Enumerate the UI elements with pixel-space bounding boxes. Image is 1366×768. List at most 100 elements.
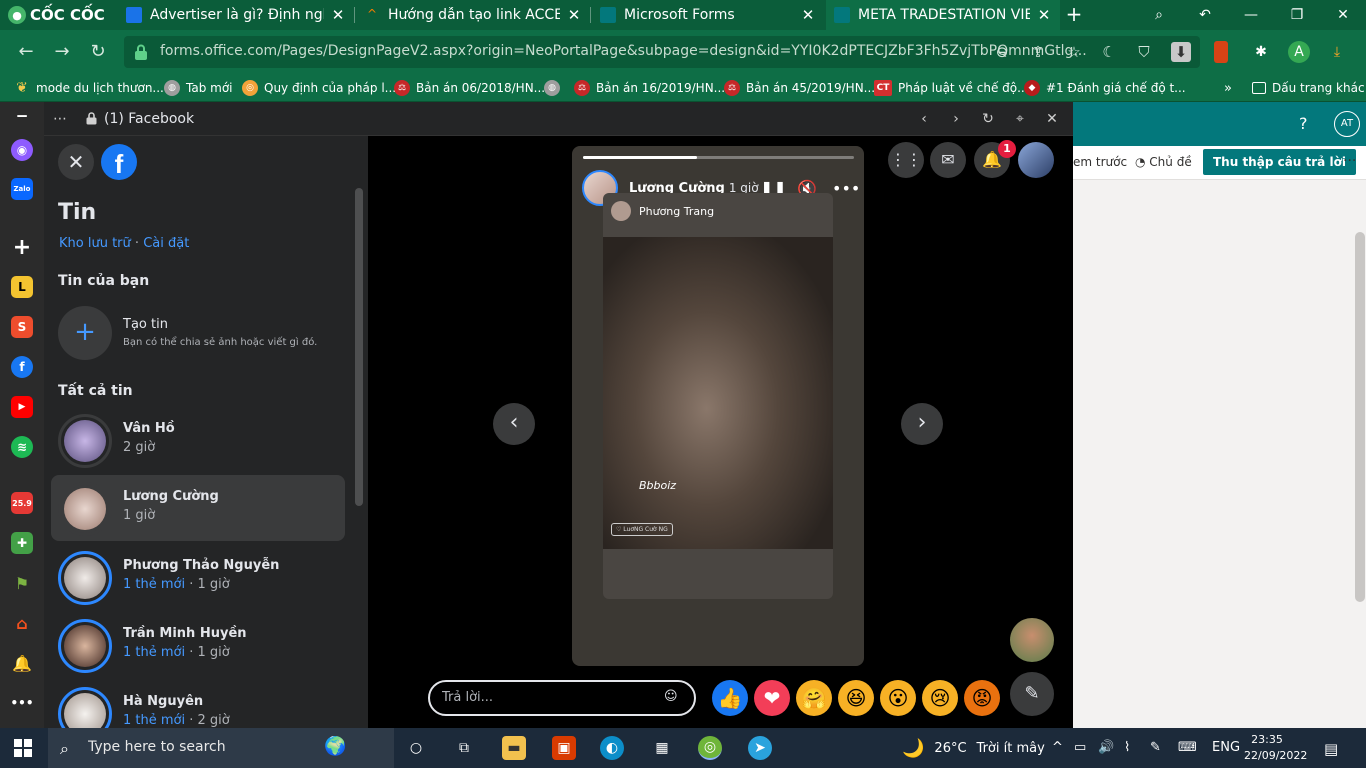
profile-avatar[interactable]: A xyxy=(1288,41,1310,63)
next-story-button[interactable]: › xyxy=(901,403,943,445)
sidebar-scrollbar[interactable] xyxy=(355,188,363,506)
zalo-icon[interactable]: Zalo xyxy=(11,178,33,200)
facebook-icon[interactable]: f xyxy=(11,356,33,378)
search-input[interactable] xyxy=(88,739,318,755)
edge-icon[interactable]: ◐ xyxy=(600,736,624,760)
facebook-logo-icon[interactable]: f xyxy=(101,144,137,180)
shield-icon[interactable]: ⛉ xyxy=(1134,42,1154,62)
more-options-icon[interactable]: ··· xyxy=(1343,153,1356,169)
address-bar[interactable]: forms.office.com/Pages/DesignPageV2.aspx… xyxy=(124,36,1200,68)
theme-button[interactable]: ◔ Chủ đề xyxy=(1135,155,1192,169)
sticker-icon[interactable]: ☺ xyxy=(664,689,682,707)
back-button[interactable]: ← xyxy=(14,40,38,64)
archive-link[interactable]: Kho lưu trữ xyxy=(59,236,131,251)
story-card[interactable]: Lương Cường 1 giờ ❚❚ 🔇 ••• Phương Trang B… xyxy=(572,146,864,666)
story-list-item[interactable]: Vân Hồ 2 giờ xyxy=(51,407,345,473)
notification-center-icon[interactable]: ▤ xyxy=(1324,740,1338,758)
browser-brand[interactable]: ● CỐC CỐC xyxy=(8,4,105,26)
forward-button[interactable]: → xyxy=(50,40,74,64)
sale-icon[interactable]: 25.9 xyxy=(11,492,33,514)
add-icon[interactable]: + xyxy=(11,235,33,260)
back-history-icon[interactable]: ↶ xyxy=(1194,4,1216,26)
more-icon[interactable]: ••• xyxy=(11,692,34,714)
windows-start-icon[interactable] xyxy=(14,739,32,757)
bookmark-item[interactable]: ◆ #1 Đánh giá chế độ t... xyxy=(1024,79,1186,97)
minimize-button[interactable]: — xyxy=(1240,4,1262,26)
download-page-icon[interactable]: ⬇ xyxy=(1171,42,1191,62)
pen-icon[interactable]: ✎ xyxy=(1150,740,1161,755)
close-tab-icon[interactable]: ✕ xyxy=(1036,6,1052,24)
shopee-icon[interactable]: S xyxy=(11,316,33,338)
maximize-button[interactable]: ❐ xyxy=(1286,4,1308,26)
panel-back-icon[interactable]: ‹ xyxy=(914,109,934,129)
coccoc-icon[interactable]: ◎ xyxy=(698,736,722,760)
bookmarks-overflow-icon[interactable]: » xyxy=(1224,79,1232,97)
tray-expand-icon[interactable]: ^ xyxy=(1052,740,1063,755)
other-bookmarks[interactable]: Dấu trang khác xyxy=(1252,79,1365,97)
previous-story-button[interactable]: ‹ xyxy=(493,403,535,445)
account-avatar[interactable] xyxy=(1018,142,1054,178)
gift-icon[interactable]: ✚ xyxy=(11,532,33,554)
bookmark-star-icon[interactable]: ☆ xyxy=(1064,42,1084,62)
tab-accesstrade[interactable]: ^ Hướng dẫn tạo link ACCESSTRADE ✕ xyxy=(356,0,590,30)
settings-link[interactable]: Cài đặt xyxy=(143,236,189,251)
bookmark-item[interactable]: ◍ xyxy=(544,79,566,97)
l-app-icon[interactable]: L xyxy=(11,276,33,298)
bookmark-item[interactable]: ⚖ Bản án 16/2019/HN... xyxy=(574,79,725,97)
bookmark-item[interactable]: ⚖ Bản án 06/2018/HN... xyxy=(394,79,545,97)
contact-bubble-avatar[interactable] xyxy=(1010,618,1054,662)
search-highlight-icon[interactable]: 🌍 xyxy=(324,736,346,757)
messenger-button[interactable]: ✉ xyxy=(930,142,966,178)
story-list-item[interactable]: Trần Minh Huyền 1 thẻ mới · 1 giờ xyxy=(51,612,345,678)
zoom-out-icon[interactable]: ⊖ xyxy=(992,42,1012,62)
new-message-button[interactable]: ✎ xyxy=(1010,672,1054,716)
close-stories-button[interactable]: ✕ xyxy=(58,144,94,180)
like-reaction-icon[interactable]: 👍 xyxy=(712,680,748,716)
reply-box[interactable]: ☺ xyxy=(428,680,696,716)
angry-reaction-icon[interactable]: 😡 xyxy=(964,680,1000,716)
reply-input[interactable] xyxy=(442,690,642,705)
telegram-icon[interactable]: ➤ xyxy=(748,736,772,760)
messenger-icon[interactable]: ◉ xyxy=(11,139,33,161)
story-list-item[interactable]: Lương Cường 1 giờ xyxy=(51,475,345,541)
panel-menu-icon[interactable]: ⋯ xyxy=(50,109,70,129)
notifications-button[interactable]: 🔔 1 xyxy=(974,140,1016,178)
story-list-item[interactable]: Hà Nguyên 1 thẻ mới · 2 giờ xyxy=(51,680,345,728)
taskbar-clock[interactable]: 23:35 22/09/2022 xyxy=(1244,732,1307,764)
bell-icon[interactable]: 🔔 xyxy=(11,652,33,674)
keyboard-icon[interactable]: ⌨ xyxy=(1178,740,1197,755)
panel-reload-icon[interactable]: ↻ xyxy=(978,109,998,129)
youtube-icon[interactable]: ▶ xyxy=(11,396,33,418)
care-reaction-icon[interactable]: 🤗 xyxy=(796,680,832,716)
love-reaction-icon[interactable]: ❤ xyxy=(754,680,790,716)
new-tab-button[interactable]: + xyxy=(1064,2,1084,28)
taskbar-search[interactable]: ⌕ 🌍 xyxy=(48,728,394,768)
share-icon[interactable]: ⇪ xyxy=(1028,42,1048,62)
multitask-icon[interactable]: ⧉ xyxy=(452,736,476,760)
story-list-item[interactable]: Phương Thảo Nguyễn 1 thẻ mới · 1 giờ xyxy=(51,544,345,610)
preview-button[interactable]: em trước xyxy=(1073,155,1127,169)
store-icon[interactable]: ▦ xyxy=(650,736,674,760)
language-indicator[interactable]: ENG xyxy=(1212,740,1240,755)
close-tab-icon[interactable]: ✕ xyxy=(330,6,346,24)
account-avatar[interactable]: AT xyxy=(1334,111,1360,137)
bookmark-item[interactable]: CT Pháp luật về chế độ... xyxy=(874,79,1029,97)
book-extension-icon[interactable] xyxy=(1214,41,1228,63)
close-tab-icon[interactable]: ✕ xyxy=(566,6,582,24)
wifi-icon[interactable]: ⌇ xyxy=(1124,740,1130,755)
forms-scrollbar[interactable] xyxy=(1355,232,1365,602)
tab-search-icon[interactable]: ⌕ xyxy=(1148,4,1170,26)
downloads-icon[interactable]: ⤓ xyxy=(1326,41,1348,63)
shop-icon[interactable]: ⌂ xyxy=(11,612,33,634)
game-icon[interactable]: ⚑ xyxy=(11,572,33,594)
tab-advertiser[interactable]: Advertiser là gì? Định nghĩa ✕ xyxy=(118,0,354,30)
haha-reaction-icon[interactable]: 😆 xyxy=(838,680,874,716)
bookmark-item[interactable]: ⚖ Bản án 45/2019/HN... xyxy=(724,79,875,97)
extensions-icon[interactable]: ✱ xyxy=(1250,41,1272,63)
office-icon[interactable]: ▣ xyxy=(552,736,576,760)
bookmark-item[interactable]: ◍ Tab mới xyxy=(164,79,233,97)
close-tab-icon[interactable]: ✕ xyxy=(800,6,816,24)
tab-meta-tradestation[interactable]: META TRADESTATION VIETNAM ✕ xyxy=(826,0,1060,30)
help-icon[interactable]: ? xyxy=(1299,114,1308,133)
collapse-icon[interactable]: ▁ xyxy=(11,103,33,117)
